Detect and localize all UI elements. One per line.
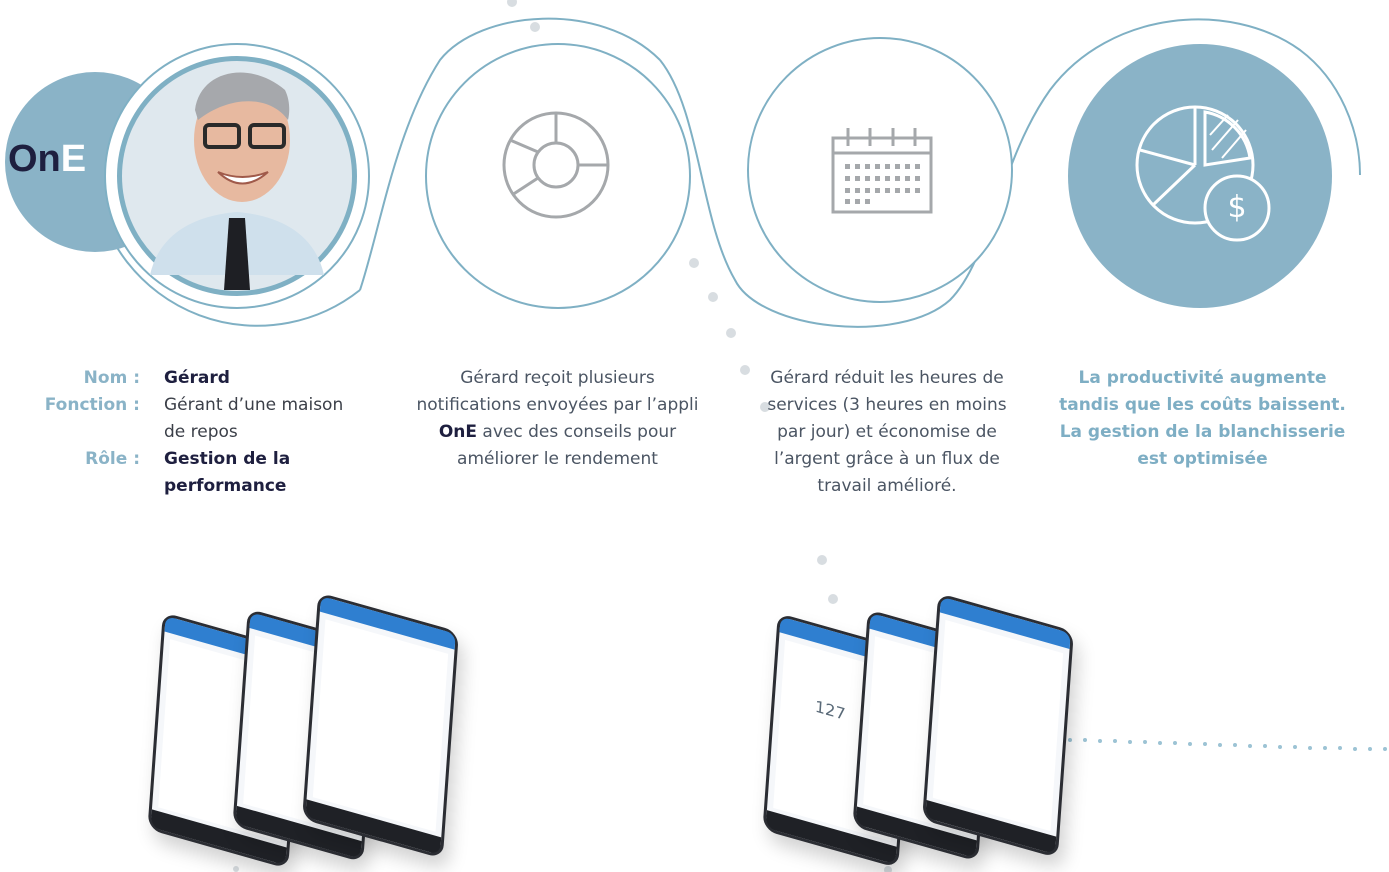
one-logo-on: On xyxy=(8,138,61,180)
function-value: Gérant d’une maison de repos xyxy=(164,395,344,442)
step4-line1: La productivité augmente tandis que les … xyxy=(1059,368,1346,415)
role-label: Rôle : xyxy=(85,449,140,469)
step2-circle xyxy=(425,43,691,309)
name-label: Nom : xyxy=(83,368,140,388)
function-label: Fonction : xyxy=(44,395,140,415)
phone-left-3 xyxy=(302,592,459,859)
phone-right-3 xyxy=(922,592,1074,859)
step4-description: La productivité augmente tandis que les … xyxy=(1050,365,1355,473)
one-logo: OnE xyxy=(8,138,86,181)
dollar-sign-icon: $ xyxy=(1227,190,1247,225)
step3-circle xyxy=(747,37,1013,303)
step4-line2: La gestion de la blanchisserie est optim… xyxy=(1059,422,1346,469)
step2-text-bold: OnE xyxy=(438,422,478,442)
step2-text-before: Gérard reçoit plusieurs notifications en… xyxy=(416,368,699,415)
step4-circle xyxy=(1068,44,1332,308)
role-value: Gestion de la performance xyxy=(164,449,291,496)
dotted-line-right xyxy=(1038,736,1387,751)
name-value: Gérard xyxy=(164,368,230,388)
step3-description: Gérard réduit les heures de services (3 … xyxy=(767,368,1007,496)
one-logo-e: E xyxy=(60,138,87,180)
step2-description: Gérard reçoit plusieurs notifications en… xyxy=(415,365,700,473)
step2-text-after: avec des conseils pour améliorer le rend… xyxy=(457,422,677,469)
